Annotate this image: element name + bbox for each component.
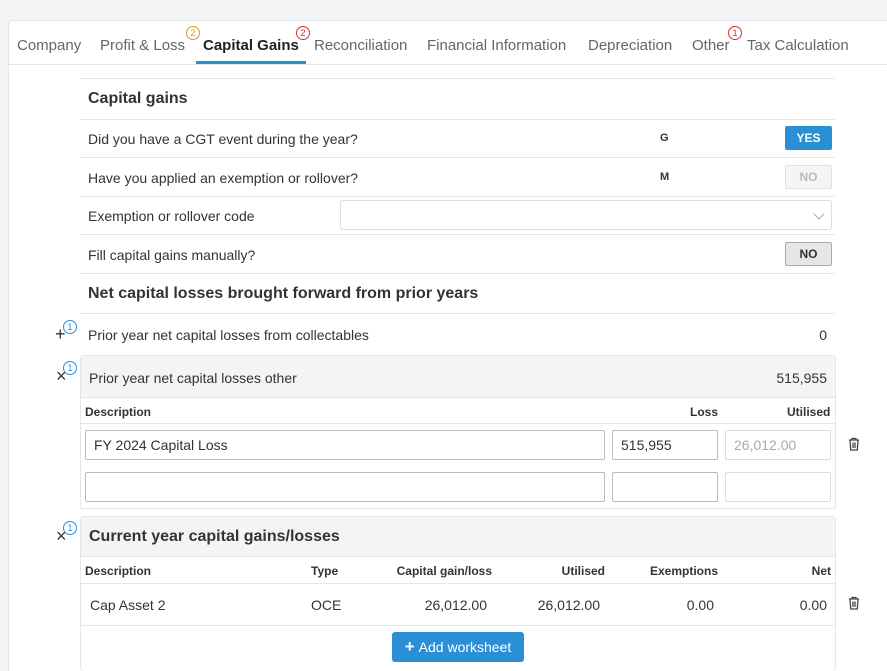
col-type: Type (311, 564, 339, 578)
loss-utilised-input (725, 472, 831, 502)
tab-tax-calculation[interactable]: Tax Calculation (747, 37, 849, 54)
other-losses-label: Prior year net capital losses other (89, 370, 297, 386)
divider (80, 273, 835, 274)
collectables-value: 0 (819, 327, 827, 343)
add-worksheet-label: Add worksheet (418, 639, 512, 655)
col-description: Description (85, 405, 152, 419)
tab-profit-loss-badge: 2 (186, 26, 200, 40)
divider (80, 196, 835, 197)
loss-description-input[interactable] (85, 472, 605, 502)
rollover-code-label: Exemption or rollover code (88, 208, 255, 224)
divider (81, 423, 835, 424)
asset-capital-gain: 26,012.00 (424, 597, 487, 613)
collectables-label: Prior year net capital losses from colle… (88, 327, 369, 343)
tab-company[interactable]: Company (17, 37, 81, 54)
exemption-no-toggle[interactable]: NO (785, 165, 832, 189)
fill-manually-question: Fill capital gains manually? (88, 247, 256, 263)
divider (81, 583, 835, 584)
exemption-code: M (660, 171, 670, 183)
add-worksheet-button[interactable]: + Add worksheet (392, 632, 524, 662)
divider (81, 625, 835, 626)
col-loss: Loss (690, 405, 719, 419)
tab-profit-loss[interactable]: Profit & Loss (100, 37, 185, 54)
asset-type: OCE (311, 597, 342, 613)
tab-other-badge: 1 (728, 26, 742, 40)
rollover-code-select[interactable] (340, 200, 832, 230)
fill-manually-no-toggle[interactable]: NO (785, 242, 832, 266)
active-tab-indicator (196, 61, 306, 64)
loss-description-input[interactable]: FY 2024 Capital Loss (85, 430, 605, 460)
current-year-title: Current year capital gains/losses (89, 528, 340, 545)
loss-utilised-input: 26,012.00 (725, 430, 831, 460)
divider (80, 119, 835, 120)
divider (80, 78, 835, 79)
cgt-event-yes-toggle[interactable]: YES (785, 126, 832, 150)
col-capital-gain: Capital gain/loss (396, 564, 492, 578)
loss-amount-input[interactable]: 515,955 (612, 430, 718, 460)
capital-gains-title: Capital gains (88, 90, 188, 107)
current-year-header: Current year capital gains/losses (81, 517, 835, 557)
exemption-question: Have you applied an exemption or rollove… (88, 170, 359, 186)
divider (80, 157, 835, 158)
col-exemptions: Exemptions (649, 564, 718, 578)
tab-depreciation[interactable]: Depreciation (588, 37, 672, 54)
current-year-badge: 1 (63, 521, 77, 535)
tab-capital-gains-badge: 2 (296, 26, 310, 40)
asset-net: 0.00 (799, 597, 827, 613)
cgt-event-question: Did you have a CGT event during the year… (88, 131, 358, 147)
collectables-badge: 1 (63, 320, 77, 334)
col-utilised: Utilised (787, 405, 831, 419)
tab-bar: Company Profit & Loss 2 Capital Gains 2 … (9, 21, 887, 65)
tab-reconciliation[interactable]: Reconciliation (314, 37, 407, 54)
trash-icon[interactable] (848, 437, 860, 451)
asset-description[interactable]: Cap Asset 2 (90, 597, 166, 613)
net-losses-title: Net capital losses brought forward from … (88, 285, 479, 302)
trash-icon[interactable] (848, 596, 860, 610)
other-losses-value: 515,955 (776, 370, 827, 386)
tab-financial-information[interactable]: Financial Information (427, 37, 566, 54)
tab-other[interactable]: Other (692, 37, 730, 54)
loss-amount-input[interactable] (612, 472, 718, 502)
col-utilised: Utilised (561, 564, 605, 578)
divider (80, 313, 835, 314)
col-description: Description (85, 564, 152, 578)
chevron-down-icon (813, 208, 825, 220)
plus-icon: + (404, 637, 415, 656)
cgt-event-code: G (660, 132, 669, 144)
asset-utilised: 26,012.00 (537, 597, 600, 613)
asset-exemptions: 0.00 (686, 597, 714, 613)
other-losses-panel: Prior year net capital losses other 515,… (80, 355, 836, 509)
col-net: Net (811, 564, 831, 578)
other-losses-header: Prior year net capital losses other 515,… (81, 356, 835, 398)
other-losses-badge: 1 (63, 361, 77, 375)
divider (80, 234, 835, 235)
tab-capital-gains[interactable]: Capital Gains (203, 37, 299, 54)
